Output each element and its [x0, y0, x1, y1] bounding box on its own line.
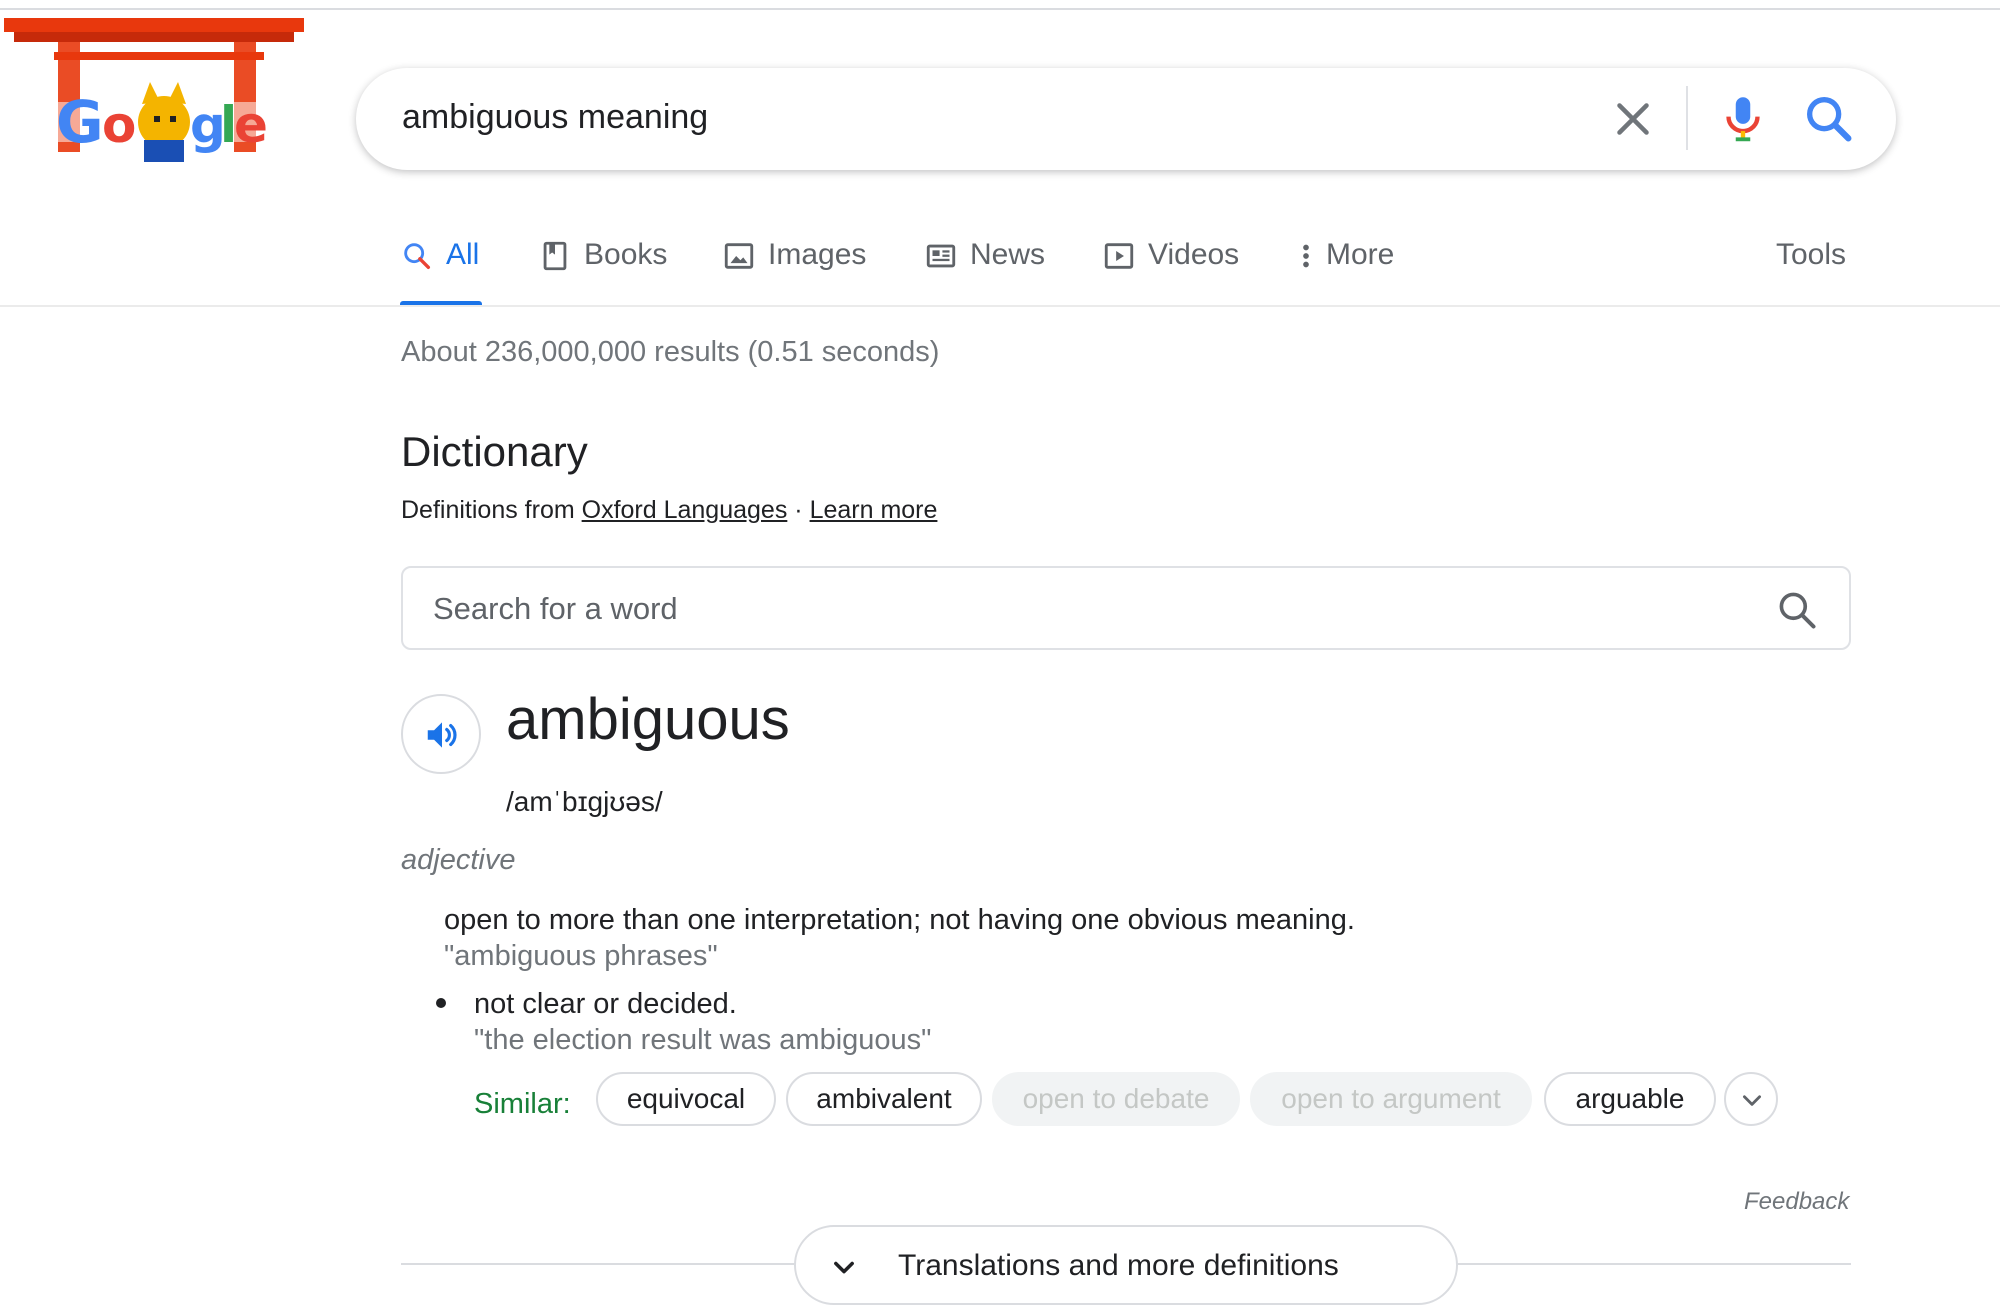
part-of-speech: adjective — [401, 844, 516, 876]
more-button-label: Translations and more definitions — [898, 1249, 1339, 1282]
similar-chip-open-to-debate[interactable]: open to debate — [992, 1072, 1240, 1126]
more-divider-left — [401, 1263, 795, 1265]
pronunciation-button[interactable] — [401, 694, 481, 774]
doodle-torii-cat-icon: G o g l e — [4, 18, 304, 162]
chevron-down-icon — [834, 1261, 854, 1274]
more-divider-right — [1457, 1263, 1851, 1265]
tab-label: Images — [768, 238, 867, 271]
search-icon — [404, 243, 431, 270]
tab-videos[interactable]: Videos — [1102, 232, 1239, 306]
dictionary-source: Definitions from Oxford Languages · Lear… — [401, 496, 937, 525]
tab-label: Books — [584, 238, 668, 271]
result-stats: About 236,000,000 results (0.51 seconds) — [401, 336, 940, 368]
tab-all[interactable]: All — [400, 232, 482, 306]
video-icon — [1104, 243, 1134, 269]
word-search-input[interactable] — [433, 586, 1733, 632]
svg-text:e: e — [234, 96, 268, 154]
example-text: "the election result was ambiguous" — [474, 1024, 932, 1056]
phonetic-spelling: /amˈbɪɡjʊəs/ — [506, 786, 663, 817]
search-box-divider — [1686, 86, 1688, 150]
oxford-languages-link[interactable]: Oxford Languages — [582, 496, 788, 524]
more-vert-icon — [1303, 244, 1309, 268]
example-text: "ambiguous phrases" — [444, 940, 718, 972]
similar-chip-open-to-argument[interactable]: open to argument — [1250, 1072, 1532, 1126]
sub-sense-bullet — [436, 998, 446, 1008]
search-icon[interactable] — [1800, 90, 1858, 148]
search-tabs: All Books Images News Videos More — [400, 232, 1900, 306]
tabs-divider — [0, 305, 2000, 307]
dictionary-title: Dictionary — [401, 428, 588, 475]
microphone-icon[interactable] — [1714, 88, 1772, 150]
tab-label: News — [970, 238, 1046, 271]
google-doodle-logo[interactable]: G o g l e — [4, 12, 308, 172]
learn-more-link[interactable]: Learn more — [810, 496, 938, 524]
top-divider — [0, 8, 2000, 10]
tab-label: Videos — [1148, 238, 1240, 271]
similar-chip-ambivalent[interactable]: ambivalent — [786, 1072, 982, 1126]
svg-text:o: o — [102, 96, 136, 154]
similar-chip-equivocal[interactable]: equivocal — [596, 1072, 776, 1126]
speaker-icon — [427, 722, 457, 748]
feedback-link[interactable]: Feedback — [1744, 1188, 1849, 1216]
similar-chip-arguable[interactable]: arguable — [1544, 1072, 1716, 1126]
tab-images[interactable]: Images — [722, 232, 866, 306]
translations-more-definitions-button[interactable]: Translations and more definitions — [794, 1225, 1458, 1305]
tab-label: All — [446, 238, 480, 271]
source-prefix: Definitions from — [401, 496, 575, 524]
similar-label: Similar: — [474, 1088, 571, 1120]
search-box[interactable]: ambiguous meaning — [356, 68, 1896, 170]
clear-icon[interactable] — [1606, 92, 1660, 146]
tab-label: More — [1326, 238, 1395, 271]
definition-text: not clear or decided. — [474, 988, 737, 1020]
definition-text: open to more than one interpretation; no… — [444, 904, 1355, 936]
book-icon — [543, 241, 567, 271]
svg-text:G: G — [56, 88, 104, 156]
news-icon — [926, 244, 956, 268]
tab-books[interactable]: Books — [538, 232, 667, 306]
tab-more[interactable]: More — [1296, 232, 1394, 306]
source-separator: · — [794, 496, 803, 524]
chevron-down-icon — [1743, 1095, 1761, 1106]
expand-similar-button[interactable] — [1724, 1072, 1778, 1126]
image-icon — [724, 243, 754, 269]
search-icon[interactable] — [1775, 588, 1819, 632]
tools-button[interactable]: Tools — [1776, 238, 1846, 272]
headword: ambiguous — [506, 687, 790, 752]
word-search-box[interactable] — [401, 566, 1851, 650]
tab-news[interactable]: News — [924, 232, 1045, 306]
search-input[interactable]: ambiguous meaning — [402, 98, 708, 137]
